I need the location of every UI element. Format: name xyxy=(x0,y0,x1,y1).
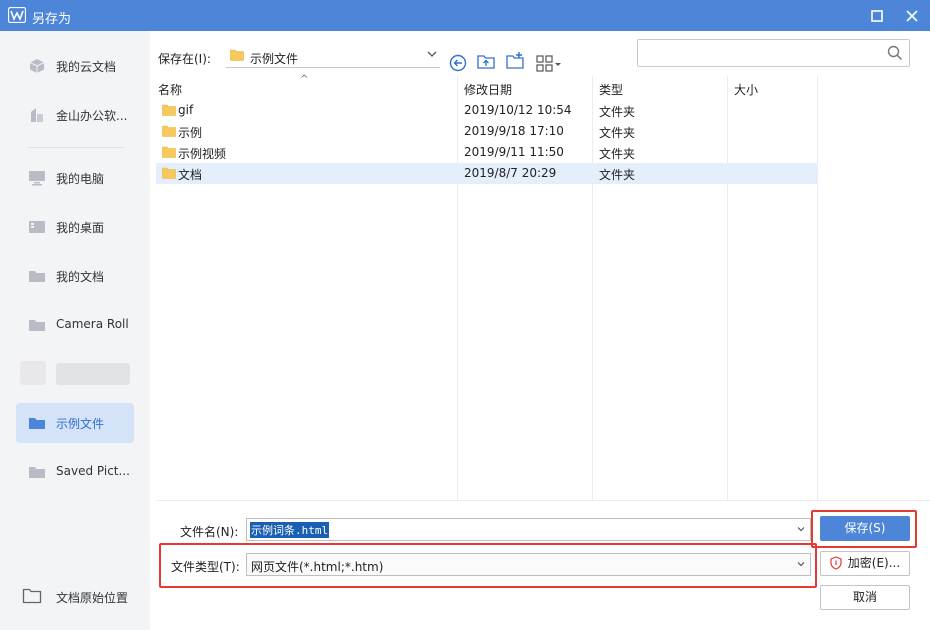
sidebar-item-kingsoft[interactable]: 金山办公软... xyxy=(16,95,134,135)
column-header-type[interactable]: 类型 xyxy=(599,81,623,98)
filename-label: 文件名(N): xyxy=(180,525,239,539)
encrypt-button[interactable]: 加密(E)... xyxy=(820,551,910,576)
sidebar-item-label: 金山办公软... xyxy=(56,109,128,123)
desktop-icon xyxy=(29,221,45,233)
sort-ascending-icon: ^ xyxy=(300,74,309,85)
folder-icon xyxy=(29,418,45,429)
search-input[interactable] xyxy=(644,44,880,62)
sidebar-item-label: 我的电脑 xyxy=(56,172,105,186)
file-date: 2019/8/7 20:29 xyxy=(464,166,557,180)
current-folder-value: 示例文件 xyxy=(250,52,299,66)
sidebar-item-label: 示例文件 xyxy=(56,417,105,431)
column-header-name[interactable]: 名称 xyxy=(158,81,182,98)
folder-icon xyxy=(29,271,45,282)
save-location-combo[interactable]: 示例文件 xyxy=(226,44,440,68)
folder-icon xyxy=(230,49,244,61)
file-type: 文件夹 xyxy=(599,168,636,182)
shield-icon xyxy=(830,556,842,570)
new-folder-icon[interactable] xyxy=(505,51,525,71)
file-row-selected[interactable]: 文档 2019/8/7 20:29 文件夹 xyxy=(156,163,818,184)
close-icon[interactable] xyxy=(901,5,923,27)
search-icon[interactable] xyxy=(887,45,903,61)
folder-icon xyxy=(29,467,45,478)
folder-icon xyxy=(162,167,176,179)
maximize-icon[interactable] xyxy=(866,5,888,27)
column-header-date[interactable]: 修改日期 xyxy=(464,81,512,98)
file-date: 2019/9/18 17:10 xyxy=(464,124,564,138)
cloud-cube-icon xyxy=(29,59,45,73)
back-icon[interactable] xyxy=(448,53,468,73)
file-date: 2019/10/12 10:54 xyxy=(464,103,572,117)
divider xyxy=(156,500,930,501)
chevron-down-icon[interactable] xyxy=(796,524,806,534)
sidebar-item-my-computer[interactable]: 我的电脑 xyxy=(16,158,134,198)
original-location-button[interactable]: 文档原始位置 xyxy=(16,581,146,611)
file-date: 2019/9/11 11:50 xyxy=(464,145,564,159)
folder-icon xyxy=(162,104,176,116)
folder-outline-icon xyxy=(22,588,42,604)
file-name: 示例 xyxy=(178,126,203,140)
window-title: 另存为 xyxy=(32,12,72,27)
view-menu-icon[interactable] xyxy=(535,53,563,73)
file-name: gif xyxy=(178,103,194,117)
file-name: 示例视频 xyxy=(178,147,227,161)
sidebar-item-saved-pictures[interactable]: Saved Pict... xyxy=(16,452,134,492)
save-in-label: 保存在(I): xyxy=(158,52,211,66)
filename-value: 示例词条.html xyxy=(250,522,330,538)
blurred-item-icon xyxy=(20,361,46,385)
sidebar-item-camera-roll[interactable]: Camera Roll xyxy=(16,305,134,345)
monitor-icon xyxy=(29,171,45,186)
cancel-button[interactable]: 取消 xyxy=(820,585,910,610)
sidebar-item-label: 我的文档 xyxy=(56,270,105,284)
sidebar-item-cloud-docs[interactable]: 我的云文档 xyxy=(16,46,134,86)
file-type: 文件夹 xyxy=(599,126,636,140)
encrypt-button-label: 加密(E)... xyxy=(847,556,901,570)
building-icon xyxy=(31,108,43,122)
file-list: ^ 名称 修改日期 类型 大小 gif 2019/10/12 10:54 文件夹… xyxy=(156,74,930,500)
file-type: 文件夹 xyxy=(599,105,636,119)
blurred-item-label xyxy=(56,363,130,385)
filename-field[interactable]: 示例词条.html xyxy=(246,518,811,541)
column-header-size[interactable]: 大小 xyxy=(734,81,758,98)
file-name: 文档 xyxy=(178,168,203,182)
sidebar-separator xyxy=(28,147,124,148)
chevron-down-icon xyxy=(427,51,437,57)
folder-icon xyxy=(162,146,176,158)
sidebar-item-label: Saved Pict... xyxy=(56,464,130,478)
folder-icon xyxy=(162,125,176,137)
file-row[interactable]: 示例视频 2019/9/11 11:50 文件夹 xyxy=(156,142,818,163)
sidebar-item-desktop[interactable]: 我的桌面 xyxy=(16,207,134,247)
sidebar-item-label: 我的桌面 xyxy=(56,221,105,235)
sidebar-item-my-documents[interactable]: 我的文档 xyxy=(16,256,134,296)
file-row[interactable]: gif 2019/10/12 10:54 文件夹 xyxy=(156,100,818,121)
search-box[interactable] xyxy=(637,39,910,67)
sidebar-item-sample-files[interactable]: 示例文件 xyxy=(16,403,134,443)
original-location-label: 文档原始位置 xyxy=(56,591,129,605)
title-bar: 另存为 xyxy=(0,0,930,31)
sidebar: 我的云文档 金山办公软... 我的电脑 我的桌面 我的文档 Camera Rol… xyxy=(0,31,150,630)
wps-logo-icon xyxy=(8,7,26,23)
file-row[interactable]: 示例 2019/9/18 17:10 文件夹 xyxy=(156,121,818,142)
sidebar-item-label: 我的云文档 xyxy=(56,60,117,74)
folder-icon xyxy=(29,320,45,331)
sidebar-item-label: Camera Roll xyxy=(56,317,129,331)
file-type: 文件夹 xyxy=(599,147,636,161)
highlight-filetype-box xyxy=(159,543,817,588)
highlight-save-box xyxy=(811,510,917,548)
parent-folder-icon[interactable] xyxy=(476,51,496,71)
